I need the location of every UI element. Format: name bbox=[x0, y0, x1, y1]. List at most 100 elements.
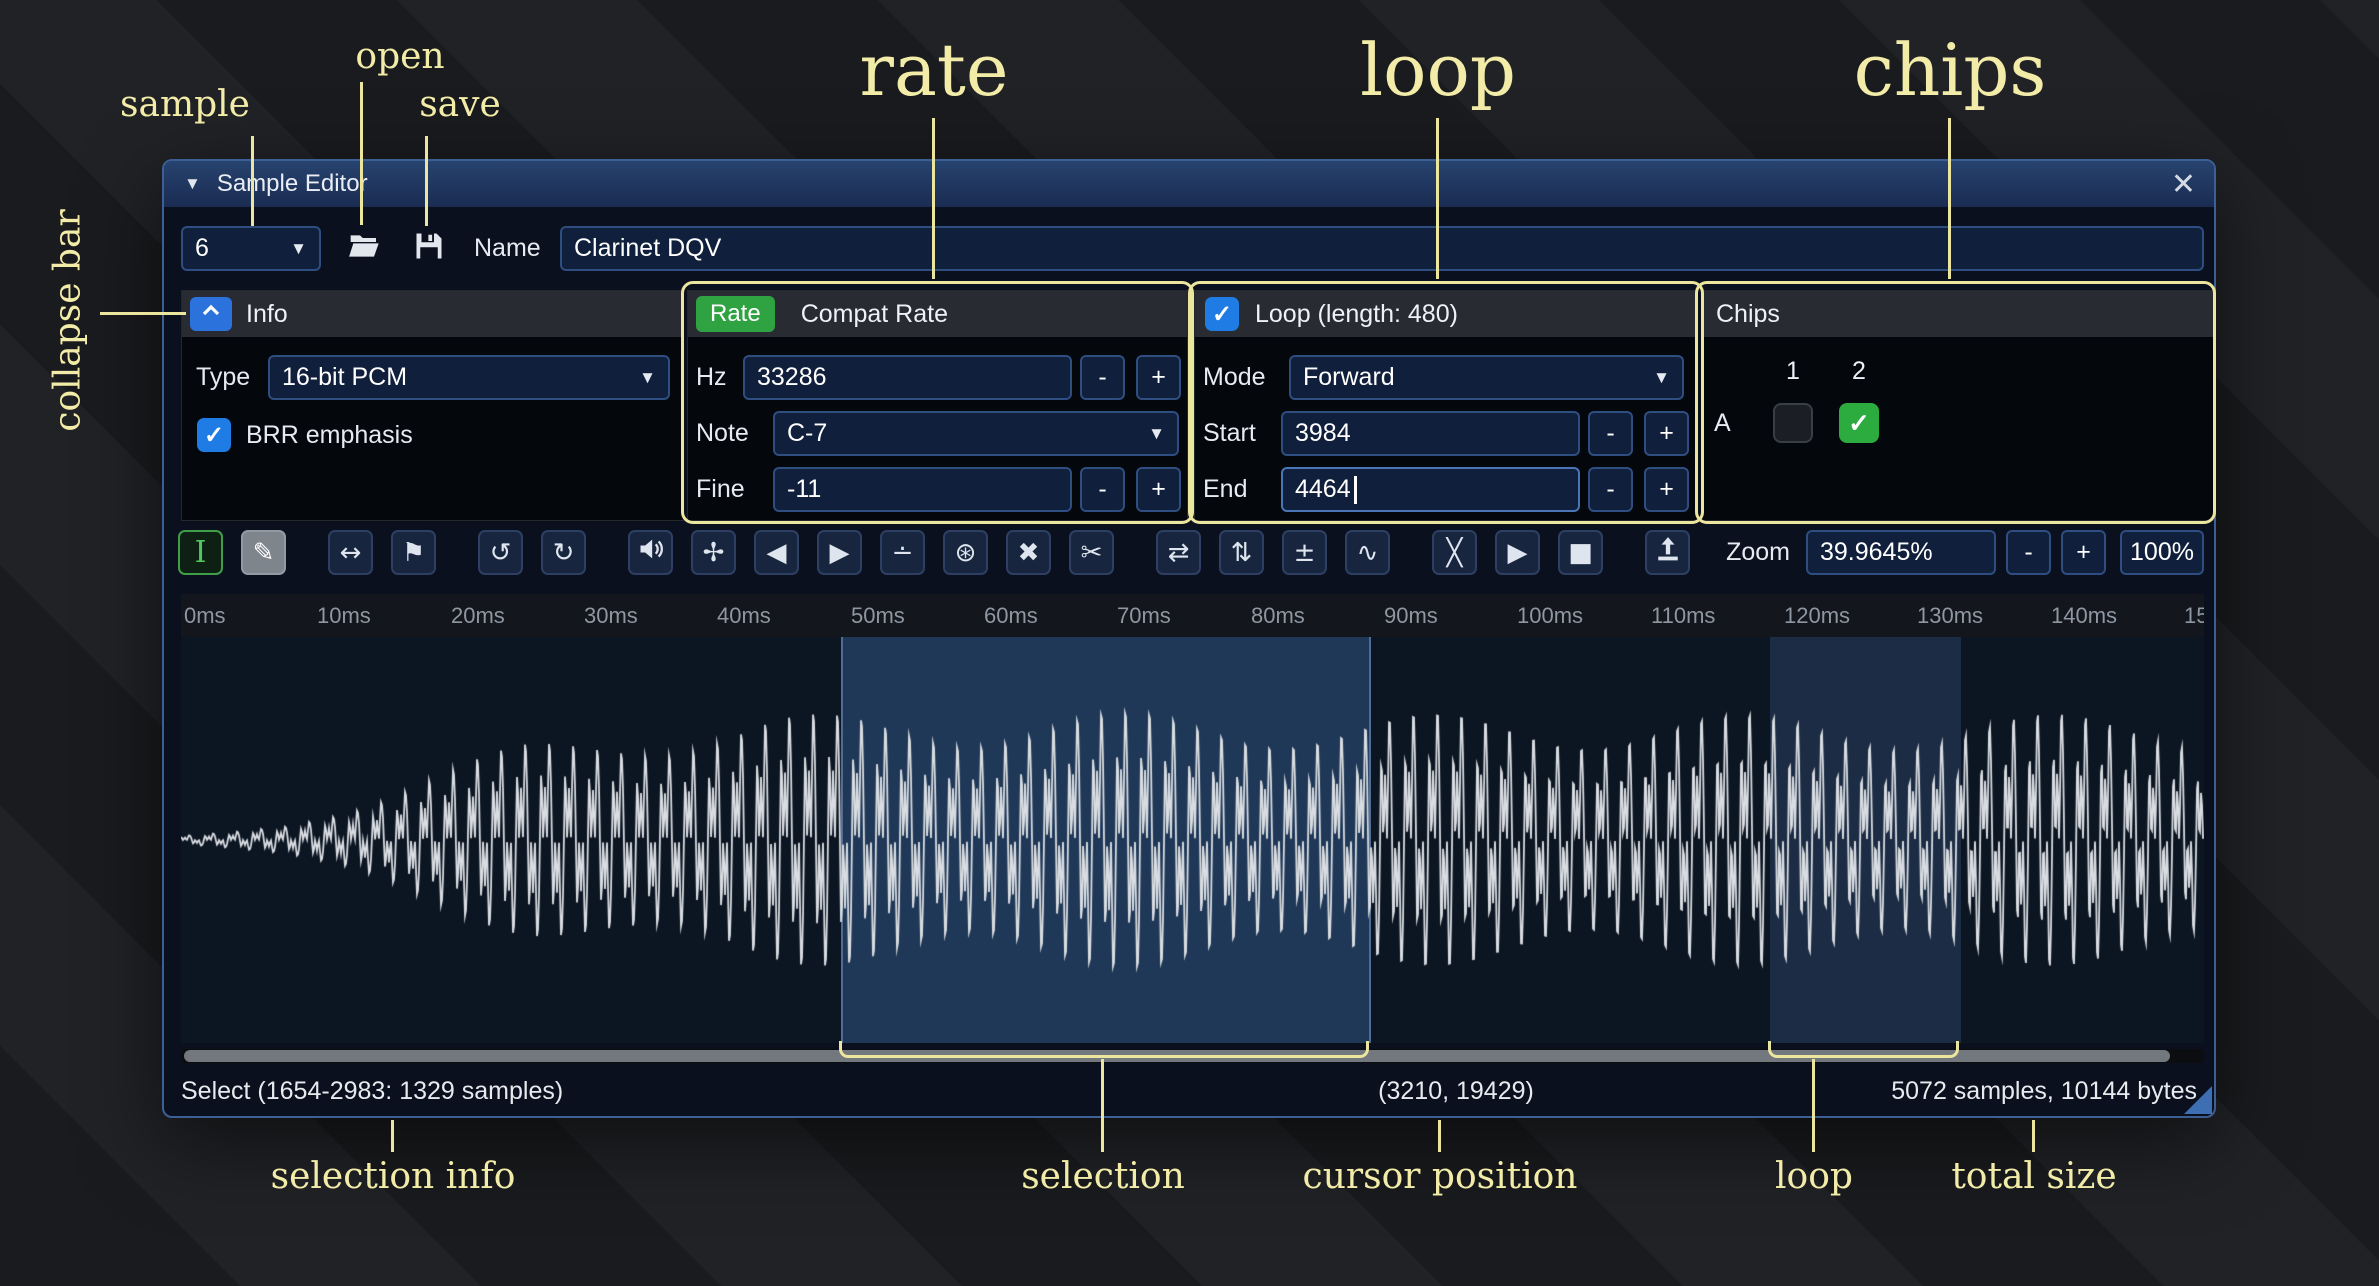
loop-panel: ✓ Loop (length: 480) Mode Forward ▼ Star… bbox=[1194, 290, 1698, 521]
loop-end-minus-button[interactable]: - bbox=[1588, 467, 1633, 512]
preview-button[interactable]: ▶ bbox=[1495, 530, 1540, 575]
crossfade-icon: ╳ bbox=[1447, 538, 1463, 568]
reverse-button[interactable]: ⇄ bbox=[1156, 530, 1201, 575]
info-panel: Info Type 16-bit PCM ▼ ✓ BRR emphasis bbox=[181, 290, 684, 521]
window-collapse-icon[interactable]: ▼ bbox=[184, 174, 201, 194]
loop-end-label: End bbox=[1203, 467, 1247, 512]
ruler-label: 110ms bbox=[1651, 603, 1715, 629]
titlebar[interactable]: ▼ Sample Editor ✕ bbox=[164, 161, 2214, 207]
select-tool-button[interactable]: I bbox=[178, 530, 223, 575]
annotation-line-save bbox=[425, 136, 428, 226]
loop-enable-checkbox[interactable]: ✓ bbox=[1205, 297, 1239, 331]
loop-start-plus-button[interactable]: + bbox=[1644, 411, 1689, 456]
zoom-value: 39.9645% bbox=[1820, 538, 1933, 567]
loop-mode-label: Mode bbox=[1203, 355, 1266, 400]
loop-mode-value: Forward bbox=[1303, 363, 1395, 392]
loop-start-minus-button[interactable]: - bbox=[1588, 411, 1633, 456]
chip-a1-checkbox[interactable] bbox=[1773, 403, 1813, 443]
delete-button[interactable]: ✖ bbox=[1006, 530, 1051, 575]
chips-row-label: A bbox=[1714, 403, 1731, 443]
redo-button[interactable]: ↻ bbox=[541, 530, 586, 575]
zoom-in-button[interactable]: + bbox=[2061, 530, 2106, 575]
waveform-canvas[interactable] bbox=[181, 637, 2204, 1043]
draw-tool-button[interactable]: ✎ bbox=[241, 530, 286, 575]
annotation-rate: rate bbox=[784, 28, 1084, 112]
filter-button[interactable]: ∿ bbox=[1345, 530, 1390, 575]
annotation-collapse-bar: collapse bar bbox=[20, 195, 116, 445]
loop-end-plus-button[interactable]: + bbox=[1644, 467, 1689, 512]
zoom-input[interactable]: 39.9645% bbox=[1806, 530, 1996, 575]
fine-input[interactable]: -11 bbox=[773, 467, 1072, 512]
zoom-out-button[interactable]: - bbox=[2006, 530, 2051, 575]
hz-input[interactable]: 33286 bbox=[743, 355, 1072, 400]
info-panel-title: Info bbox=[246, 300, 288, 329]
amplify-button[interactable] bbox=[628, 530, 673, 575]
rate-panel-header: Rate Compat Rate bbox=[688, 291, 1187, 337]
ruler-label: 70ms bbox=[1117, 603, 1171, 629]
sign-invert-button[interactable]: ± bbox=[1282, 530, 1327, 575]
dropdown-arrow-icon: ▼ bbox=[280, 239, 307, 259]
fine-minus-button[interactable]: - bbox=[1080, 467, 1125, 512]
annotation-save: save bbox=[390, 84, 530, 125]
info-panel-header: Info bbox=[182, 291, 683, 337]
sample-editor-window: ▼ Sample Editor ✕ 6 ▼ Name Clarinet DQV … bbox=[162, 159, 2216, 1118]
horizontal-scrollbar bbox=[181, 1049, 2204, 1063]
ruler-label: 150ms bbox=[2184, 603, 2204, 629]
sample-selector[interactable]: 6 ▼ bbox=[181, 226, 321, 271]
chip-a2-checkbox[interactable]: ✓ bbox=[1839, 403, 1879, 443]
resample-button[interactable]: ⚑ bbox=[391, 530, 436, 575]
resize-grip[interactable] bbox=[2184, 1086, 2212, 1114]
dropdown-arrow-icon: ▼ bbox=[629, 368, 656, 388]
undo-button[interactable]: ↺ bbox=[478, 530, 523, 575]
loop-start-value: 3984 bbox=[1295, 419, 1351, 448]
resize-icon: ↔ bbox=[340, 538, 362, 568]
normalize-button[interactable]: ✢ bbox=[691, 530, 736, 575]
loop-mode-dropdown[interactable]: Forward ▼ bbox=[1289, 355, 1684, 400]
note-dropdown[interactable]: C-7 ▼ bbox=[773, 411, 1179, 456]
zoom-reset-button[interactable]: 100% bbox=[2120, 530, 2204, 575]
total-size-text: 5072 samples, 10144 bytes bbox=[1891, 1077, 2197, 1106]
invert-button[interactable]: ⇅ bbox=[1219, 530, 1264, 575]
annotation-line-open bbox=[360, 82, 363, 225]
stop-button[interactable]: ■ bbox=[1558, 530, 1603, 575]
annotation-cursor-position: cursor position bbox=[1280, 1156, 1600, 1197]
apply-silence-button[interactable]: ⊛ bbox=[943, 530, 988, 575]
chips-panel: Chips 1 2 A ✓ bbox=[1701, 290, 2214, 521]
name-input[interactable]: Clarinet DQV bbox=[560, 226, 2204, 271]
rate-panel: Rate Compat Rate Hz 33286 - + Note C-7 ▼… bbox=[687, 290, 1188, 521]
trim-button[interactable]: ✂ bbox=[1069, 530, 1114, 575]
insert-silence-button[interactable]: ∸ bbox=[880, 530, 925, 575]
collapse-bar-button[interactable] bbox=[190, 297, 232, 331]
hz-plus-button[interactable]: + bbox=[1136, 355, 1181, 400]
insert-silence-icon: ∸ bbox=[892, 538, 914, 568]
check-icon: ✓ bbox=[204, 421, 224, 450]
save-button[interactable] bbox=[407, 226, 451, 271]
close-icon[interactable]: ✕ bbox=[2171, 167, 2196, 202]
redo-icon: ↻ bbox=[553, 538, 575, 568]
resize-button[interactable]: ↔ bbox=[328, 530, 373, 575]
loop-start-input[interactable]: 3984 bbox=[1281, 411, 1580, 456]
text-caret bbox=[1354, 476, 1357, 504]
hz-minus-button[interactable]: - bbox=[1080, 355, 1125, 400]
upload-button[interactable] bbox=[1645, 530, 1690, 575]
type-dropdown[interactable]: 16-bit PCM ▼ bbox=[268, 355, 670, 400]
open-folder-icon bbox=[348, 230, 380, 267]
crossfade-button[interactable]: ╳ bbox=[1432, 530, 1477, 575]
open-button[interactable] bbox=[342, 226, 386, 271]
brr-emphasis-label: BRR emphasis bbox=[246, 413, 413, 458]
fine-plus-button[interactable]: + bbox=[1136, 467, 1181, 512]
sample-selector-value: 6 bbox=[195, 234, 209, 263]
ruler-label: 40ms bbox=[717, 603, 771, 629]
dropdown-arrow-icon: ▼ bbox=[1643, 368, 1670, 388]
loop-end-input[interactable]: 4464 bbox=[1281, 467, 1580, 512]
window-title: Sample Editor bbox=[217, 170, 368, 198]
waveform-area bbox=[181, 637, 2204, 1043]
annotation-sample: sample bbox=[100, 84, 270, 125]
zoom-label: Zoom bbox=[1726, 538, 1790, 567]
fade-in-button[interactable]: ◀ bbox=[754, 530, 799, 575]
brr-emphasis-checkbox[interactable]: ✓ bbox=[197, 418, 231, 452]
scrollbar-thumb[interactable] bbox=[184, 1050, 2170, 1062]
rate-badge[interactable]: Rate bbox=[696, 296, 775, 332]
filter-icon: ∿ bbox=[1357, 538, 1379, 568]
fade-out-button[interactable]: ▶ bbox=[817, 530, 862, 575]
